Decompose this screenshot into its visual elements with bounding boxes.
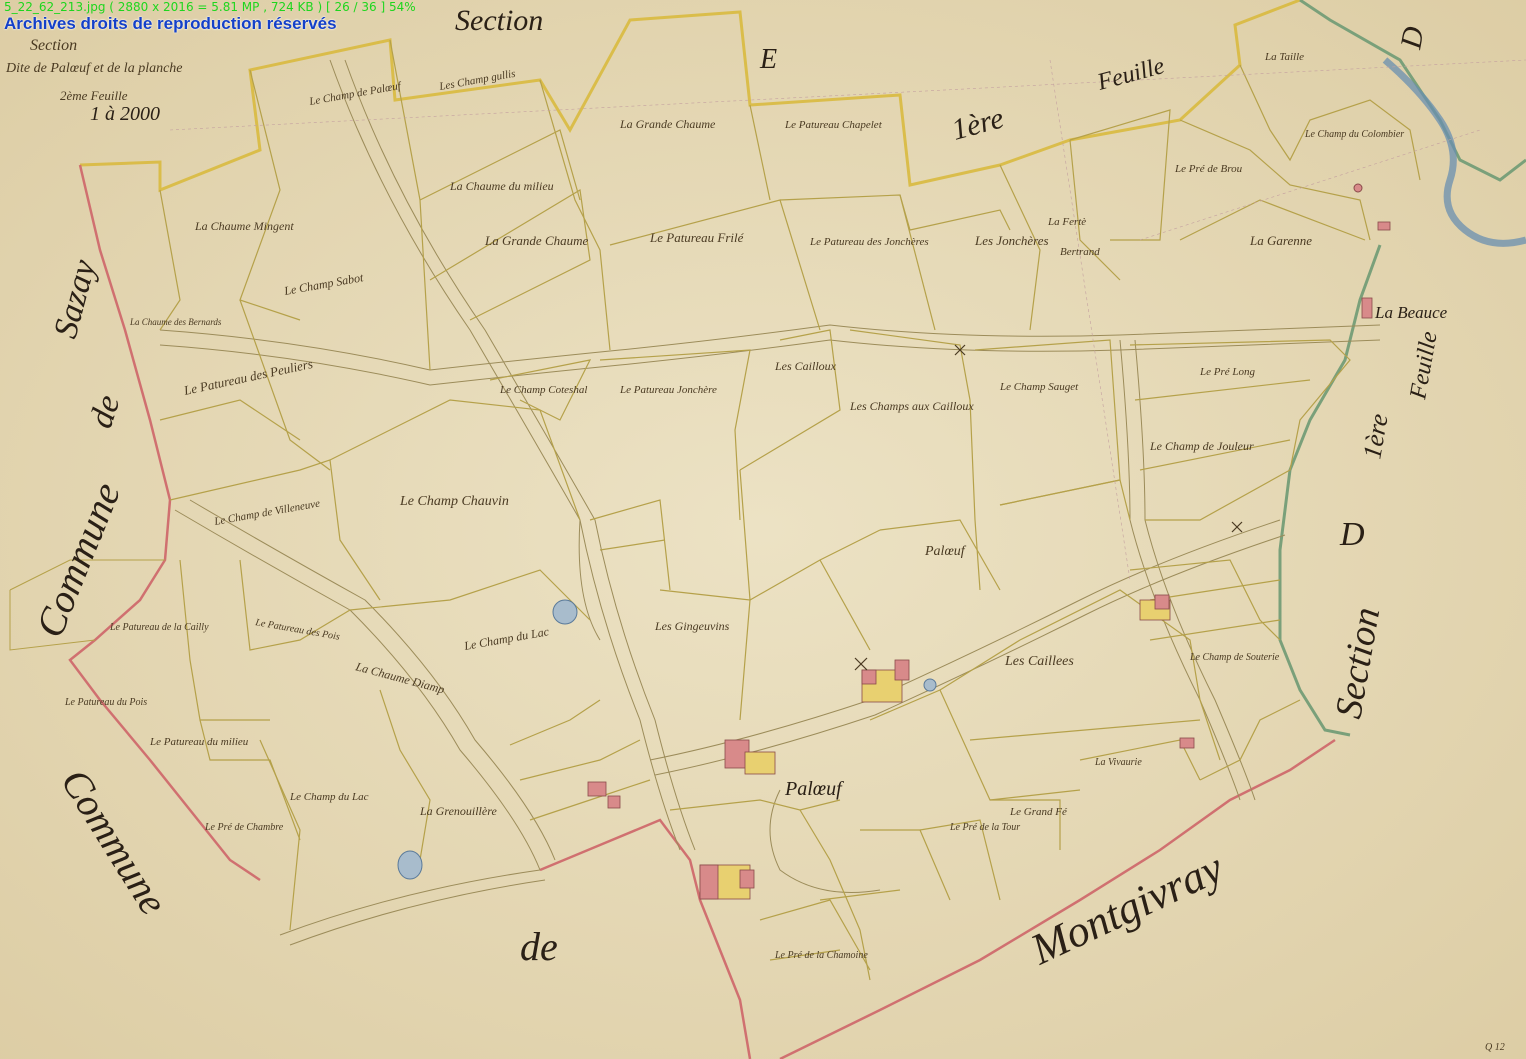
parcel-label: Le Pré de Chambre [204, 822, 284, 833]
parcel-label: La Grande Chaume [619, 117, 716, 131]
parcel-label: La Grenouillère [419, 804, 497, 818]
parcel-label: Le Champ du Lac [289, 791, 369, 803]
parcel-label: La Vivaurie [1094, 757, 1142, 768]
parcel-label: Le Pré Long [1199, 366, 1256, 378]
parcel-label: Le Patureau du Pois [64, 697, 147, 708]
parcel-label: Palœuf [924, 544, 967, 559]
well [1353, 183, 1363, 193]
parcel-label: Le Patureau de la Cailly [109, 622, 209, 633]
pond-1 [552, 599, 578, 625]
viewer-overlay: 5_22_62_213.jpg ( 2880 x 2016 = 5.81 MP … [4, 0, 416, 34]
pond-3 [923, 678, 937, 692]
parcel-label: Le Pré de Brou [1174, 163, 1243, 175]
paper-background [0, 0, 1526, 1059]
pond-2 [397, 850, 423, 880]
parcel-label: La Taille [1264, 51, 1304, 63]
parcel-label: La Garenne [1249, 233, 1312, 248]
parcel-label: Le Pré de la Chamoine [774, 950, 868, 961]
image-info-line: 5_22_62_213.jpg ( 2880 x 2016 = 5.81 MP … [4, 0, 416, 14]
place-palœuf: Palœuf [784, 778, 844, 800]
parcel-label: Le Patureau Jonchère [619, 384, 717, 396]
parcel-label: Les Jonchères [974, 233, 1049, 248]
parcel-label: Le Pré de la Tour [949, 822, 1020, 833]
top-section-label: Section [455, 4, 543, 37]
map-viewer[interactable]: 5_22_62_213.jpg ( 2880 x 2016 = 5.81 MP … [0, 0, 1526, 1059]
parcel-label: Le Champ de Jouleur [1149, 439, 1254, 453]
parcel-label: Les Gingeuvins [654, 619, 730, 633]
parcel-label: Le Patureau Chapelet [784, 119, 883, 131]
section-letter-d: D [1339, 516, 1365, 553]
parcel-label: Les Champs aux Cailloux [849, 399, 974, 413]
header-scale: 1 à 2000 [90, 103, 160, 125]
parcel-label: Le Champ Chauvin [399, 494, 509, 509]
parcel-label: Les Caillees [1004, 654, 1074, 669]
parcel-label: Les Cailloux [774, 359, 837, 373]
header-subtitle: 2ème Feuille [60, 88, 128, 103]
parcel-label: Le Patureau Frilé [649, 230, 745, 245]
parcel-label: La Chaume des Bernards [129, 317, 222, 327]
corner-code: Q 12 [1485, 1042, 1505, 1053]
parcel-label: Le Patureau du milieu [149, 736, 249, 748]
place-la-beauce: La Beauce [1374, 303, 1448, 322]
header-title: Dite de Palœuf et de la planche [5, 61, 183, 76]
parcel-label: Le Grand Fé [1009, 806, 1068, 818]
cadastral-map: Section Dite de Palœuf et de la planche … [0, 0, 1526, 1059]
parcel-label: La Chaume Mingent [194, 219, 294, 233]
parcel-label: Bertrand [1060, 246, 1100, 258]
rights-notice: Archives droits de reproduction réservés [4, 14, 337, 33]
header-section-word: Section [30, 37, 77, 54]
parcel-label: La Chaume du milieu [449, 179, 554, 193]
section-letter-e: E [759, 44, 777, 75]
parcel-label: Le Champ Sauget [999, 381, 1079, 393]
parcel-label: La Fertè [1047, 216, 1086, 228]
parcel-label: Le Champ Coteshal [499, 384, 587, 396]
commune-bottom-word2: de [520, 924, 558, 969]
parcel-label: Le Champ du Colombier [1304, 129, 1404, 140]
parcel-label: Le Champ de Souterie [1189, 652, 1280, 663]
parcel-label: La Grande Chaume [484, 233, 589, 248]
parcel-label: Le Patureau des Jonchères [809, 236, 929, 248]
